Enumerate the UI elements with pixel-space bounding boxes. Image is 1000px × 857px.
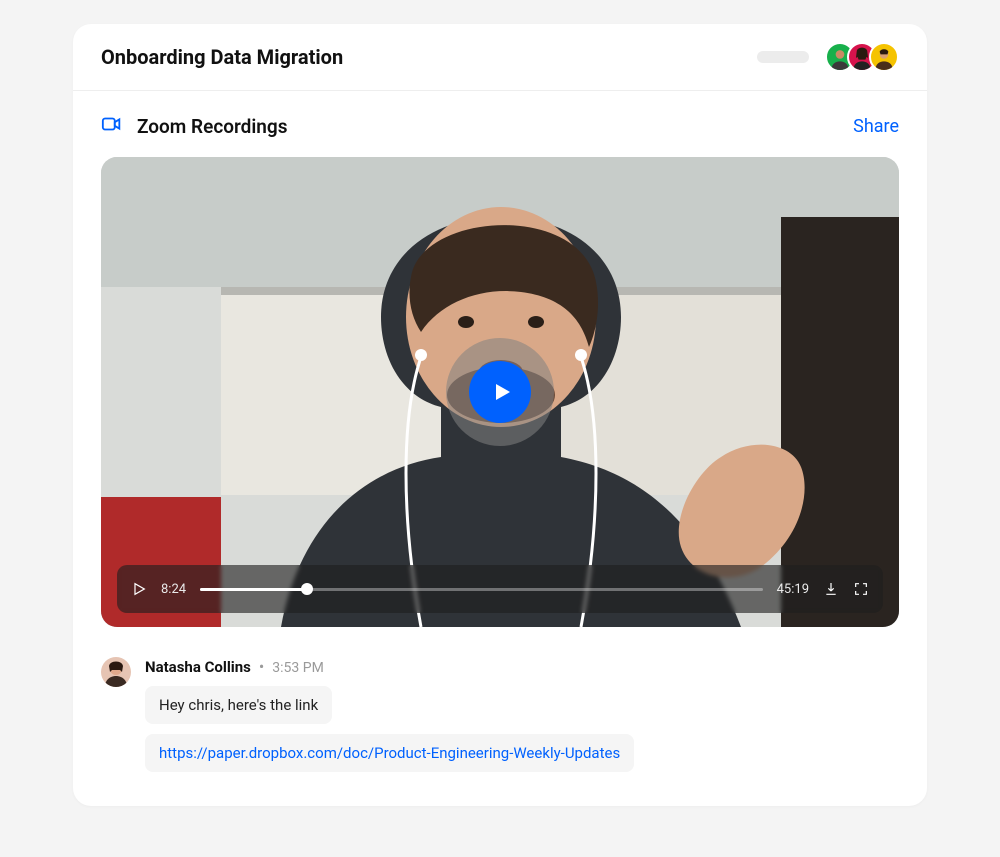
comment: Natasha Collins • 3:53 PM Hey chris, her… — [101, 657, 899, 782]
seek-fill — [200, 588, 307, 591]
comment-link-bubble: https://paper.dropbox.com/doc/Product-En… — [145, 734, 634, 772]
document-card: Onboarding Data Migration — [73, 24, 927, 806]
separator: • — [259, 657, 264, 676]
page-title: Onboarding Data Migration — [101, 45, 343, 69]
comment-link[interactable]: https://paper.dropbox.com/doc/Product-En… — [159, 744, 620, 762]
video-controls: 8:24 45:19 — [117, 565, 883, 613]
play-small-icon[interactable] — [131, 581, 147, 597]
comment-body: Natasha Collins • 3:53 PM Hey chris, her… — [145, 657, 899, 782]
play-icon — [469, 361, 531, 423]
video-camera-icon — [101, 113, 123, 139]
share-button[interactable]: Share — [853, 116, 899, 137]
play-button[interactable] — [446, 338, 554, 446]
section-left: Zoom Recordings — [101, 113, 287, 139]
video-container: 8:24 45:19 — [73, 157, 927, 627]
presence-avatars[interactable] — [825, 42, 899, 72]
header: Onboarding Data Migration — [73, 24, 927, 91]
header-right — [757, 42, 899, 72]
duration: 45:19 — [777, 582, 809, 597]
video-player[interactable]: 8:24 45:19 — [101, 157, 899, 627]
comment-time: 3:53 PM — [272, 660, 324, 676]
fullscreen-icon[interactable] — [853, 581, 869, 597]
avatar[interactable] — [869, 42, 899, 72]
current-time: 8:24 — [161, 582, 186, 597]
comment-author: Natasha Collins — [145, 658, 251, 676]
comments-section: Natasha Collins • 3:53 PM Hey chris, her… — [73, 627, 927, 806]
download-icon[interactable] — [823, 581, 839, 597]
comment-text: Hey chris, here's the link — [145, 686, 332, 724]
seek-bar[interactable] — [200, 588, 763, 591]
section-header: Zoom Recordings Share — [73, 91, 927, 157]
seek-thumb[interactable] — [301, 583, 313, 595]
section-title: Zoom Recordings — [137, 115, 287, 138]
avatar[interactable] — [101, 657, 131, 687]
comment-header: Natasha Collins • 3:53 PM — [145, 657, 899, 676]
placeholder-pill — [757, 51, 809, 63]
